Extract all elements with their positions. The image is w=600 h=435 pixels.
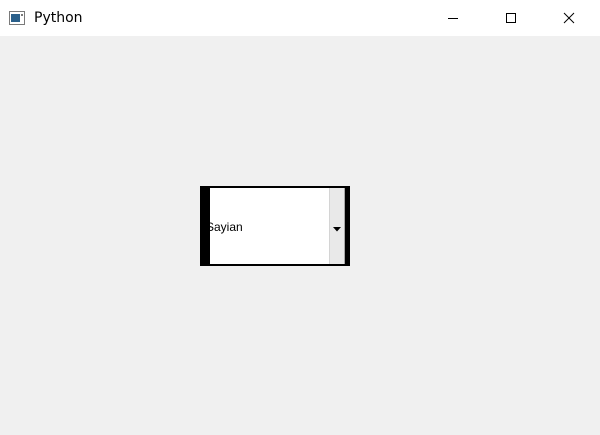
- python-app-icon: [9, 10, 25, 25]
- combo-dropdown-button[interactable]: [329, 188, 345, 264]
- maximize-button[interactable]: [488, 0, 534, 36]
- window-title: Python: [34, 10, 83, 26]
- minimize-icon: [447, 9, 459, 28]
- close-button[interactable]: [546, 0, 592, 36]
- minimize-button[interactable]: [430, 0, 476, 36]
- combo-text-field[interactable]: Sayian: [210, 188, 329, 264]
- title-bar[interactable]: Python: [0, 0, 600, 36]
- combo-divider: [210, 264, 345, 266]
- combo-selected-value: Sayian: [210, 220, 243, 234]
- close-icon: [563, 9, 575, 28]
- app-window: Python Sayian: [0, 0, 600, 435]
- dropdown-arrow-icon: [333, 217, 341, 236]
- maximize-icon: [505, 9, 517, 28]
- combo-box[interactable]: Sayian: [200, 186, 350, 266]
